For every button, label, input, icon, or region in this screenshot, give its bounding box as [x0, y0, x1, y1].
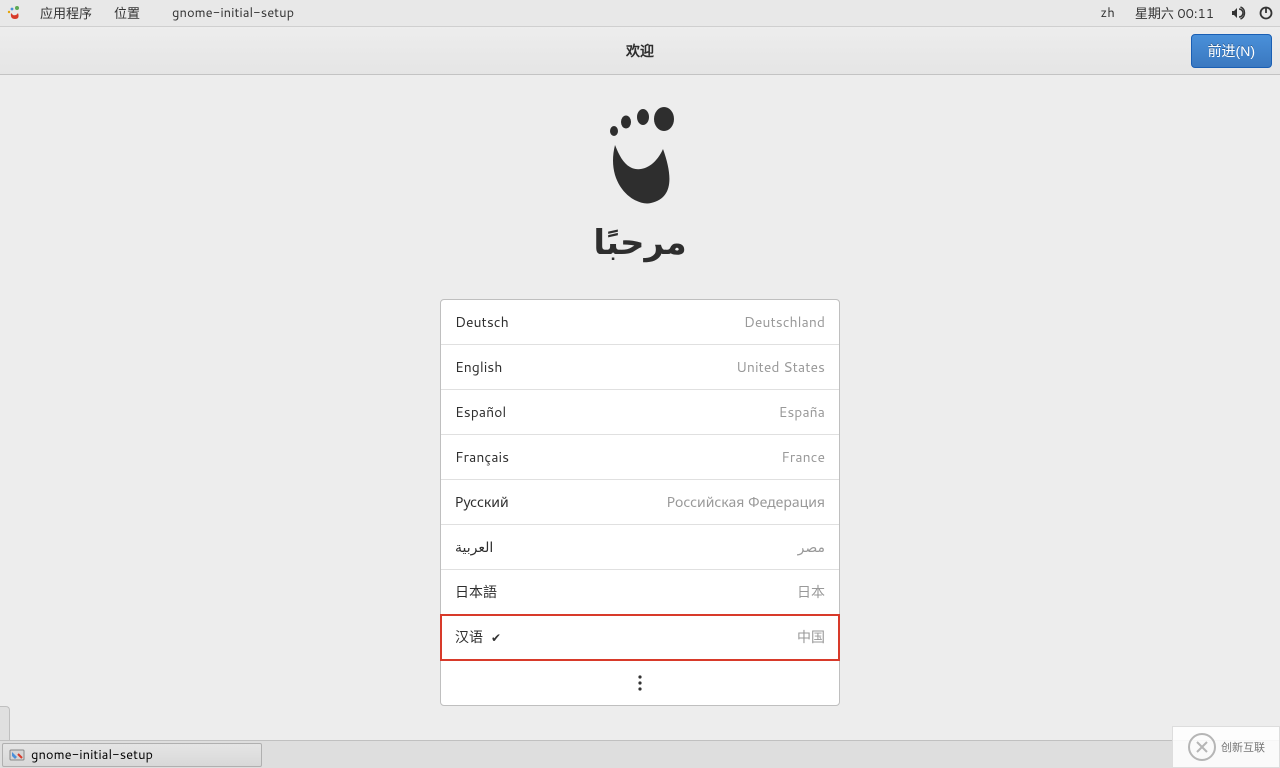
header-bar: 欢迎 前进(N)	[0, 27, 1280, 75]
language-list: Deutsch Deutschland English United State…	[440, 299, 840, 706]
language-region: United States	[736, 357, 825, 377]
language-row-arabic[interactable]: العربية مصر	[441, 525, 839, 570]
taskbar: gnome-initial-setup	[0, 740, 1280, 768]
language-row-espanol[interactable]: Español España	[441, 390, 839, 435]
main-content: مرحبًا Deutsch Deutschland English Unite…	[0, 75, 1280, 740]
next-button[interactable]: 前进(N)	[1191, 34, 1272, 68]
watermark-text: 创新互联	[1221, 739, 1265, 755]
language-region: España	[779, 402, 825, 422]
welcome-heading: مرحبًا	[593, 217, 686, 265]
top-panel-right: zh 星期六 00:11	[1096, 1, 1274, 25]
language-name: Русский	[455, 492, 509, 512]
more-languages-button[interactable]	[441, 660, 839, 705]
language-row-japanese[interactable]: 日本語 日本	[441, 570, 839, 615]
language-row-deutsch[interactable]: Deutsch Deutschland	[441, 300, 839, 345]
active-app-label[interactable]: gnome-initial-setup	[168, 2, 298, 24]
language-name: Deutsch	[455, 312, 509, 332]
menu-places[interactable]: 位置	[110, 1, 144, 25]
language-row-english[interactable]: English United States	[441, 345, 839, 390]
power-icon[interactable]	[1258, 5, 1274, 21]
language-row-francais[interactable]: Français France	[441, 435, 839, 480]
checkmark-icon: ✔	[491, 629, 501, 646]
top-panel-left: 应用程序 位置 gnome-initial-setup	[6, 1, 298, 25]
gnome-foot-icon	[595, 107, 685, 207]
clock[interactable]: 星期六 00:11	[1131, 1, 1218, 25]
top-panel: 应用程序 位置 gnome-initial-setup zh 星期六 00:11	[0, 0, 1280, 27]
language-region: 日本	[797, 582, 825, 602]
more-icon	[638, 675, 642, 691]
language-region: Российская Федерация	[667, 492, 825, 512]
language-region: مصر	[798, 537, 825, 557]
language-row-chinese[interactable]: 汉语 ✔ 中国	[441, 615, 839, 660]
language-name: Français	[455, 447, 509, 467]
language-name: 汉语	[455, 627, 483, 647]
language-name: العربية	[455, 537, 493, 557]
app-icon	[9, 747, 25, 763]
language-region: 中国	[797, 627, 825, 647]
language-region: Deutschland	[744, 312, 825, 332]
menu-applications[interactable]: 应用程序	[36, 1, 96, 25]
taskbar-item-label: gnome-initial-setup	[31, 746, 153, 764]
language-region: France	[781, 447, 825, 467]
gnome-logo-icon	[6, 5, 22, 21]
taskbar-item-initial-setup[interactable]: gnome-initial-setup	[2, 743, 262, 767]
workspace-switcher-handle[interactable]	[0, 706, 10, 740]
page-title: 欢迎	[626, 41, 654, 61]
language-name: English	[455, 357, 502, 377]
volume-icon[interactable]	[1230, 5, 1246, 21]
ime-indicator[interactable]: zh	[1096, 2, 1118, 24]
language-row-russian[interactable]: Русский Российская Федерация	[441, 480, 839, 525]
language-name: Español	[455, 402, 506, 422]
watermark: 创新互联	[1172, 726, 1280, 768]
language-name: 日本語	[455, 582, 497, 602]
